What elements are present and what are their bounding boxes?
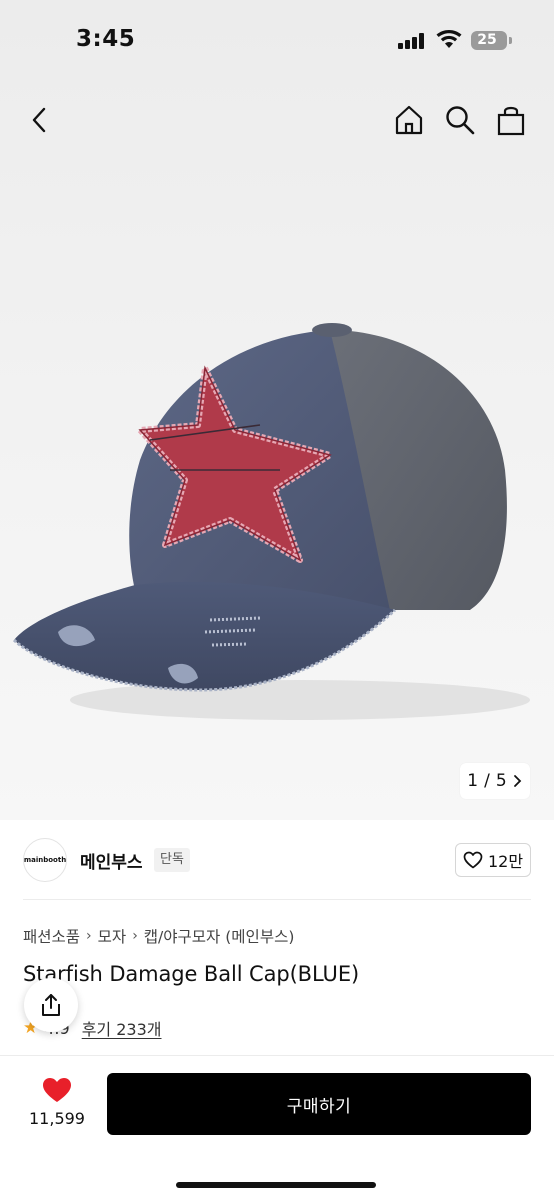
chevron-right-icon: › [86,928,92,944]
breadcrumb: 패션소품 › 모자 › 캡/야구모자 (메인부스) [23,925,294,947]
home-icon [395,105,423,135]
breadcrumb-item[interactable]: 모자 [98,925,127,947]
product-title: Starfish Damage Ball Cap(BLUE) [23,962,360,986]
back-button[interactable] [20,100,60,140]
gallery-current: 1 [467,771,479,791]
exclusive-badge: 단독 [154,848,190,872]
shopping-bag-icon [497,106,525,136]
search-icon [446,106,475,135]
battery-level: 25 [477,32,497,48]
brand-logo[interactable]: mainbooth [23,838,67,882]
wish-count: 11,599 [29,1109,85,1128]
home-button[interactable] [389,100,429,140]
heart-outline-icon [463,851,483,869]
heart-filled-icon[interactable] [41,1076,73,1104]
gallery-separator: / [484,771,490,791]
battery-tip [509,37,512,44]
cart-button[interactable] [491,100,531,140]
review-link[interactable]: 후기 233개 [82,1016,162,1040]
divider [23,899,531,900]
brand-name[interactable]: 메인부스 [80,848,143,873]
status-time: 3:45 [76,26,136,52]
chevron-right-icon: › [132,928,138,944]
chevron-right-icon [513,775,521,787]
cellular-signal-icon [398,33,426,49]
buy-button[interactable]: 구매하기 [107,1073,531,1135]
brand-like-count: 12만 [487,852,524,871]
share-button[interactable] [24,978,78,1032]
home-indicator [176,1182,376,1188]
search-button[interactable] [440,100,480,140]
breadcrumb-item[interactable]: 패션소품 [23,925,80,947]
breadcrumb-item[interactable]: 캡/야구모자 (메인부스) [144,925,295,947]
battery-icon: 25 [471,31,507,50]
gallery-total: 5 [495,771,507,791]
share-icon [42,994,60,1016]
gallery-counter[interactable]: 1 / 5 [460,763,530,799]
wifi-icon [436,30,462,48]
brand-like-button[interactable]: 12만 [455,843,531,877]
chevron-left-icon [32,107,46,133]
status-bar: 3:45 25 [0,0,554,80]
brand-logo-text: mainbooth [23,856,67,864]
